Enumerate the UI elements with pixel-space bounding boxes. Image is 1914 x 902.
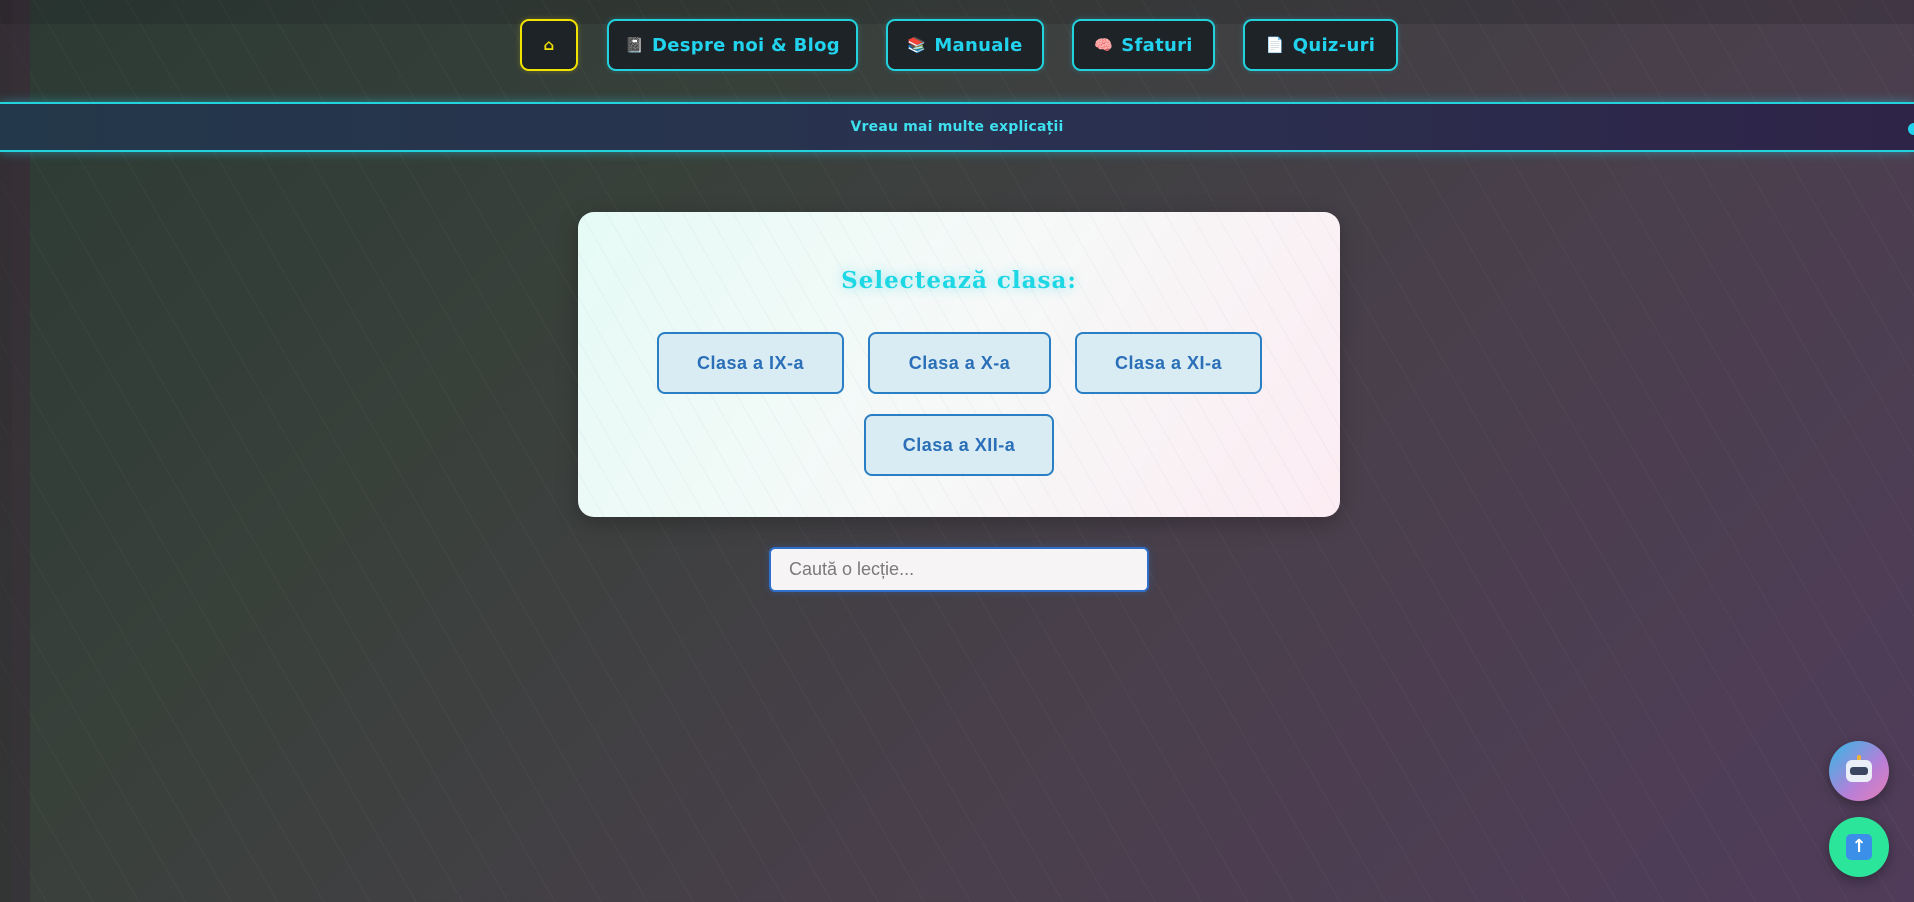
home-button[interactable]: ⌂ — [520, 19, 578, 71]
top-navigation: ⌂ 📓 Despre noi & Blog 📚 Manuale 🧠 Sfatur… — [0, 19, 1914, 71]
brain-icon: 🧠 — [1094, 35, 1114, 54]
class-x-button[interactable]: Clasa a X-a — [868, 332, 1051, 394]
scroll-to-top-button[interactable]: ↑ — [1829, 817, 1889, 877]
explanations-banner[interactable]: Vreau mai multe explicații — [0, 102, 1914, 152]
lesson-search-input[interactable] — [769, 547, 1149, 592]
class-selector-card: Selectează clasa: Clasa a IX-a Clasa a X… — [578, 212, 1340, 517]
nav-despre-noi-blog-button[interactable]: 📓 Despre noi & Blog — [607, 19, 858, 71]
chatbot-button[interactable] — [1829, 741, 1889, 801]
notebook-icon: 📓 — [625, 35, 645, 54]
books-icon: 📚 — [907, 35, 927, 54]
class-xii-button[interactable]: Clasa a XII-a — [864, 414, 1054, 476]
nav-label: Despre noi & Blog — [652, 34, 840, 56]
robot-icon — [1846, 755, 1872, 782]
class-xi-button[interactable]: Clasa a XI-a — [1075, 332, 1262, 394]
arrow-up-icon: ↑ — [1846, 834, 1872, 860]
nav-label: Sfaturi — [1121, 34, 1193, 56]
banner-dot — [1908, 123, 1914, 135]
class-ix-button[interactable]: Clasa a IX-a — [657, 332, 844, 394]
class-selector-title: Selectează clasa: — [841, 267, 1077, 294]
nav-quiz-uri-button[interactable]: 📄 Quiz-uri — [1243, 19, 1398, 71]
nav-label: Manuale — [934, 34, 1023, 56]
banner-text[interactable]: Vreau mai multe explicații — [0, 119, 1914, 135]
nav-label: Quiz-uri — [1292, 34, 1376, 56]
home-icon: ⌂ — [543, 35, 555, 54]
nav-sfaturi-button[interactable]: 🧠 Sfaturi — [1072, 19, 1215, 71]
document-icon: 📄 — [1265, 35, 1285, 54]
nav-manuale-button[interactable]: 📚 Manuale — [886, 19, 1044, 71]
